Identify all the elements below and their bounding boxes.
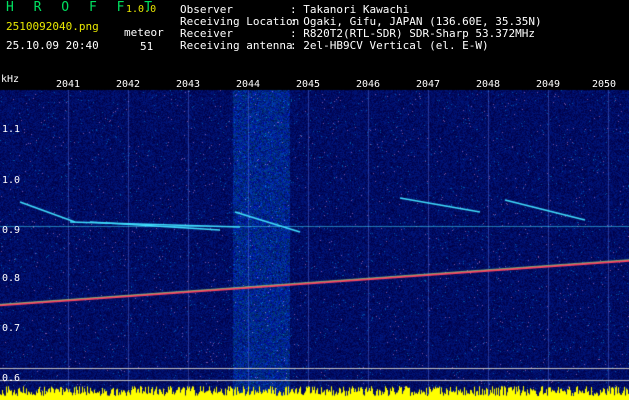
x-tick-label: 2048 bbox=[476, 79, 500, 90]
x-tick-label: 2041 bbox=[56, 79, 80, 90]
x-tick-label: 2049 bbox=[536, 79, 560, 90]
y-tick-label: 0.9 bbox=[2, 225, 20, 236]
meteor-label: meteor bbox=[124, 26, 164, 39]
y-tick-label: 1.0 bbox=[2, 175, 20, 186]
y-tick-label: 0.7 bbox=[2, 323, 20, 334]
filename-label: 2510092040.png bbox=[6, 20, 99, 33]
x-tick-label: 2046 bbox=[356, 79, 380, 90]
y-axis-unit-label: kHz bbox=[1, 74, 19, 85]
meteor-count: 51 bbox=[140, 40, 153, 53]
x-tick-label: 2044 bbox=[236, 79, 260, 90]
app-version: 1.0.0 bbox=[126, 3, 156, 16]
info-key-antenna: Receiving antenna bbox=[180, 40, 293, 52]
info-value-antenna: : 2el-HB9CV Vertical (el. E-W) bbox=[290, 40, 489, 52]
x-tick-label: 2042 bbox=[116, 79, 140, 90]
y-tick-label: 0.6 bbox=[2, 373, 20, 384]
spectrogram-canvas bbox=[0, 72, 629, 400]
y-tick-label: 0.8 bbox=[2, 273, 20, 284]
x-tick-label: 2047 bbox=[416, 79, 440, 90]
y-tick-label: 1.1 bbox=[2, 124, 20, 135]
x-tick-label: 2050 bbox=[592, 79, 616, 90]
timestamp-label: 25.10.09 20:40 bbox=[6, 39, 99, 52]
x-tick-label: 2043 bbox=[176, 79, 200, 90]
x-tick-label: 2045 bbox=[296, 79, 320, 90]
